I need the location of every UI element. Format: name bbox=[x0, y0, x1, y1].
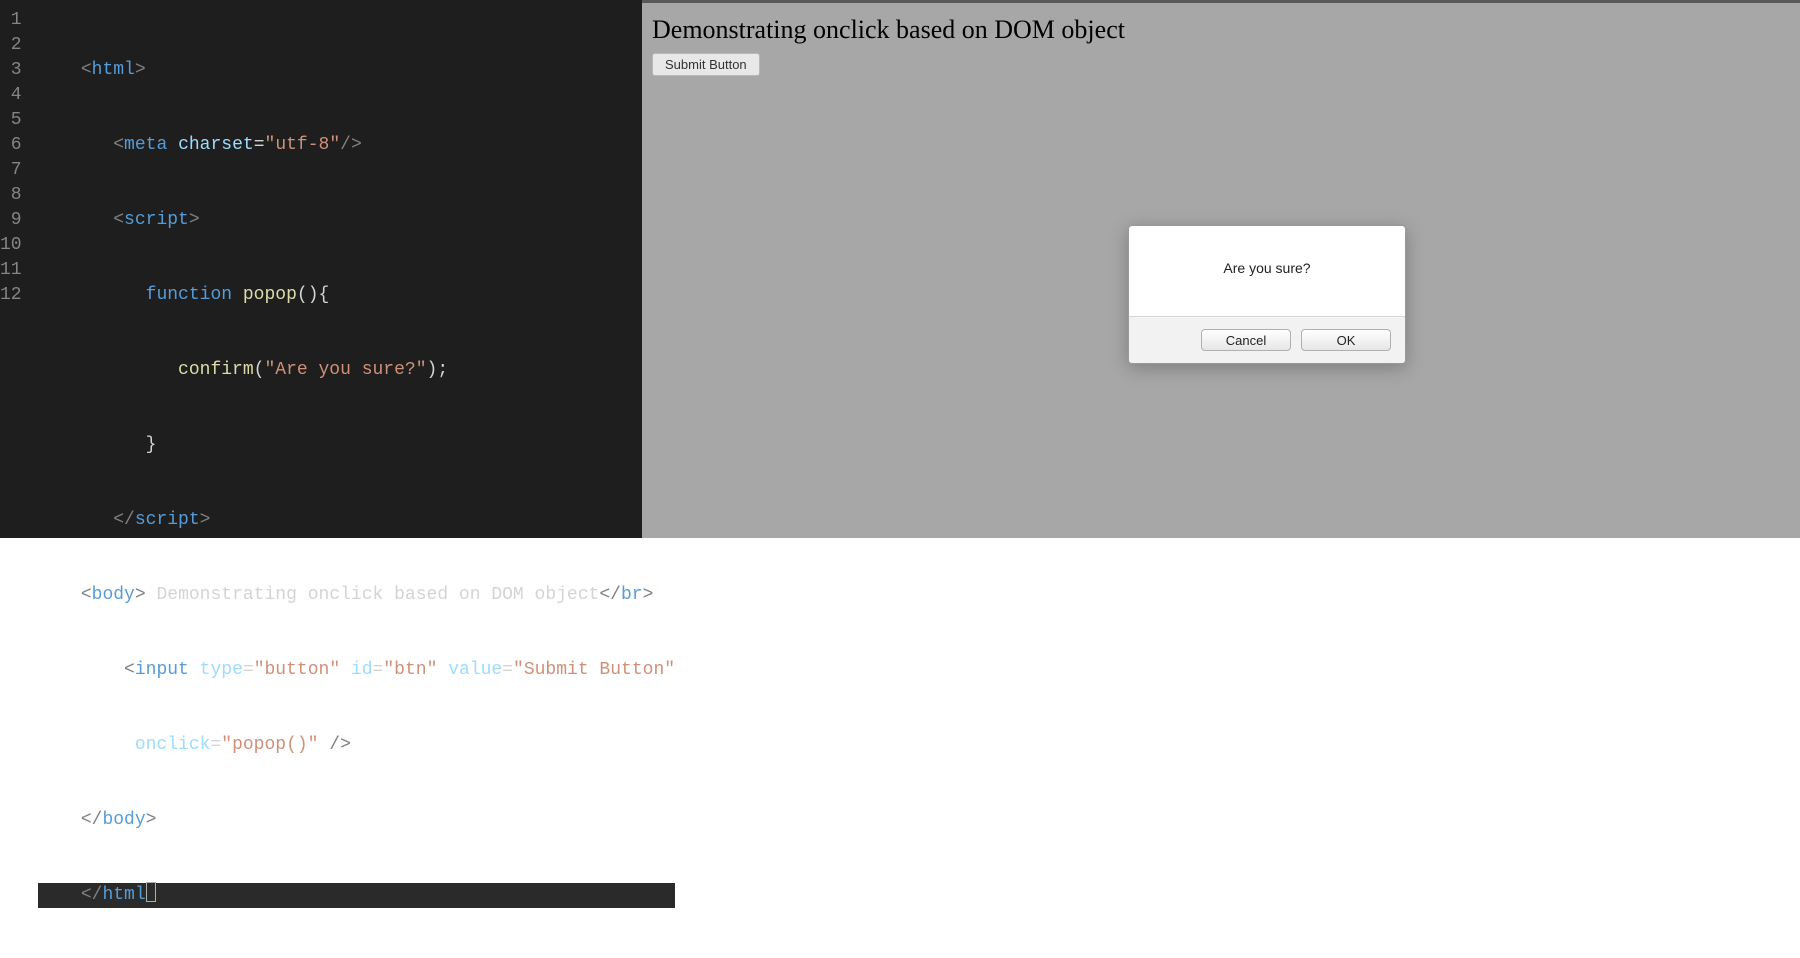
line-number: 4 bbox=[0, 83, 22, 108]
cancel-button[interactable]: Cancel bbox=[1201, 329, 1291, 351]
line-number: 8 bbox=[0, 183, 22, 208]
ok-button[interactable]: OK bbox=[1301, 329, 1391, 351]
line-number: 3 bbox=[0, 58, 22, 83]
code-editor-pane: 1 2 3 4 5 6 7 8 9 10 11 12 <html> <meta … bbox=[0, 0, 642, 538]
line-number: 9 bbox=[0, 208, 22, 233]
submit-button[interactable]: Submit Button bbox=[652, 53, 760, 76]
line-number: 7 bbox=[0, 158, 22, 183]
line-number: 2 bbox=[0, 33, 22, 58]
text-cursor bbox=[146, 882, 156, 902]
browser-preview-pane: Demonstrating onclick based on DOM objec… bbox=[642, 0, 1800, 538]
code-text-area[interactable]: <html> <meta charset="utf-8"/> <script> … bbox=[38, 0, 675, 538]
line-number: 12 bbox=[0, 283, 22, 308]
page-heading: Demonstrating onclick based on DOM objec… bbox=[652, 15, 1800, 45]
line-number: 10 bbox=[0, 233, 22, 258]
line-number-gutter: 1 2 3 4 5 6 7 8 9 10 11 12 bbox=[0, 0, 38, 538]
dialog-message: Are you sure? bbox=[1129, 226, 1405, 316]
line-number: 11 bbox=[0, 258, 22, 283]
line-number: 6 bbox=[0, 133, 22, 158]
dialog-footer: Cancel OK bbox=[1129, 316, 1405, 363]
confirm-dialog: Are you sure? Cancel OK bbox=[1128, 225, 1406, 364]
line-number: 5 bbox=[0, 108, 22, 133]
line-number: 1 bbox=[0, 8, 22, 33]
